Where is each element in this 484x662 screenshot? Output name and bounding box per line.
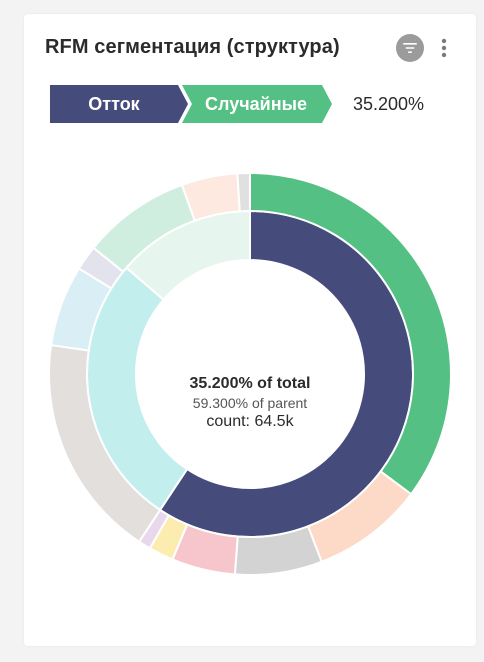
sunburst-chart	[48, 171, 452, 576]
chart-center-summary[interactable]: 35.200% of total 59.300% of parent count…	[150, 374, 350, 432]
center-parent-share: 59.300% of parent	[192, 395, 308, 411]
outer-ring-segment-11[interactable]	[236, 171, 251, 213]
center-count: count: 64.5k	[206, 413, 294, 430]
center-total-share: 35.200% of total	[189, 375, 311, 392]
widget-card: RFM сегментация (структура) Отток Случай…	[24, 14, 476, 646]
